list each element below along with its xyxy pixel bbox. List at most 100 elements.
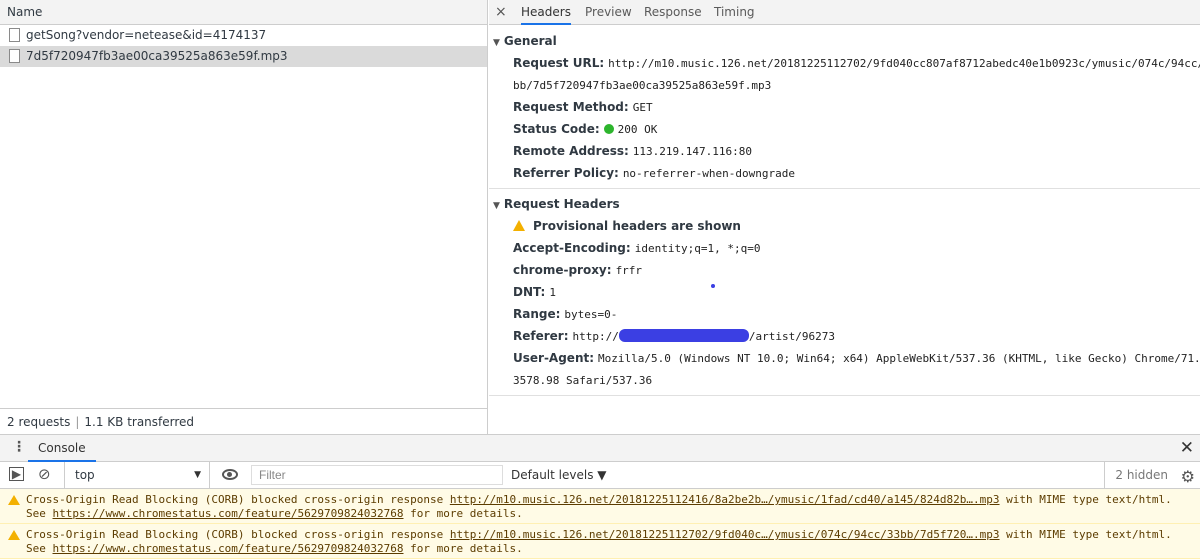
header-row: Accept-Encoding: identity;q=1, *;q=0	[489, 237, 1200, 259]
header-value: Mozilla/5.0 (Windows NT 10.0; Win64; x64…	[598, 352, 1200, 365]
header-name: Accept-Encoding:	[513, 241, 631, 255]
header-value: 113.219.147.116:80	[632, 145, 753, 158]
header-value: 200 OK	[617, 123, 658, 136]
header-value: bb/7d5f720947fb3ae00ca39525a863e59f.mp3	[513, 79, 772, 92]
context-value: top	[75, 468, 95, 482]
section-title: General	[503, 34, 557, 48]
console-warning-message: Cross-Origin Read Blocking (CORB) blocke…	[0, 489, 1200, 524]
request-detail-pane: × Headers Preview Response Timing ▼ Gener…	[489, 0, 1200, 434]
live-expression-eye-icon[interactable]	[222, 469, 238, 480]
message-text: with MIME type text/html.	[999, 493, 1172, 506]
header-name: Referrer Policy:	[513, 166, 619, 180]
request-headers-section: ▼ Request Headers Provisional headers are…	[489, 189, 1200, 396]
header-name: chrome-proxy:	[513, 263, 612, 277]
header-value: identity;q=1, *;q=0	[634, 242, 761, 255]
hidden-messages-count: 2 hidden	[1104, 462, 1168, 489]
message-text: Cross-Origin Read Blocking (CORB) blocke…	[26, 493, 450, 506]
header-value: no-referrer-when-downgrade	[622, 167, 795, 180]
message-text: See	[26, 542, 53, 555]
tab-response[interactable]: Response	[644, 0, 702, 25]
clear-console-icon[interactable]: ⊘	[38, 465, 51, 483]
warning-icon	[8, 495, 20, 505]
header-row: Range: bytes=0-	[489, 303, 1200, 325]
header-value: 3578.98 Safari/537.36	[513, 374, 653, 387]
header-name: Status Code:	[513, 122, 600, 136]
provisional-text: Provisional headers are shown	[533, 219, 741, 233]
collapse-triangle-icon: ▼	[493, 201, 500, 211]
chromestatus-link[interactable]: https://www.chromestatus.com/feature/562…	[53, 507, 404, 520]
message-text: See	[26, 507, 53, 520]
header-name: Remote Address:	[513, 144, 629, 158]
header-name: Referer:	[513, 329, 569, 343]
header-name: DNT:	[513, 285, 546, 299]
request-row[interactable]: 7d5f720947fb3ae00ca39525a863e59f.mp3	[0, 46, 487, 67]
network-request-list: Name getSong?vendor=netease&id=4174137 7…	[0, 0, 488, 434]
chevron-down-icon: ▼	[194, 470, 201, 480]
header-row: Request URL: http://m10.music.126.net/201…	[489, 52, 1200, 74]
tab-preview[interactable]: Preview	[585, 0, 632, 25]
header-value: http://	[572, 330, 619, 343]
detail-tabbar: × Headers Preview Response Timing	[489, 0, 1200, 25]
section-title: Request Headers	[503, 197, 620, 211]
console-filter-input[interactable]	[251, 465, 503, 485]
request-count: 2 requests	[7, 415, 71, 429]
request-headers-section-toggle[interactable]: ▼ Request Headers	[489, 193, 1200, 215]
transferred-size: 1.1 KB transferred	[84, 415, 195, 429]
context-selector[interactable]: top ▼	[64, 462, 210, 489]
blocked-url-link[interactable]: http://m10.music.126.net/20181225112702/…	[450, 528, 1000, 541]
close-icon[interactable]: ✕	[1180, 438, 1194, 458]
close-icon[interactable]: ×	[495, 4, 507, 20]
request-name: 7d5f720947fb3ae00ca39525a863e59f.mp3	[26, 49, 288, 63]
annotation-dot	[711, 284, 715, 288]
status-ok-icon	[603, 124, 614, 134]
header-row: Referrer Policy: no-referrer-when-downgra…	[489, 162, 1200, 184]
header-row: chrome-proxy: frfr	[489, 259, 1200, 281]
more-menu-icon[interactable]: ⋮	[12, 439, 26, 455]
message-line: Cross-Origin Read Blocking (CORB) blocke…	[26, 528, 1200, 542]
summary-separator: |	[75, 415, 80, 429]
general-section-toggle[interactable]: ▼ General	[489, 30, 1200, 52]
header-row-continued: bb/7d5f720947fb3ae00ca39525a863e59f.mp3	[489, 74, 1200, 96]
redaction-mark	[618, 329, 749, 342]
header-row: Remote Address: 113.219.147.116:80	[489, 140, 1200, 162]
header-row: Status Code: 200 OK	[489, 118, 1200, 140]
header-value: frfr	[615, 264, 643, 277]
blocked-url-link[interactable]: http://m10.music.126.net/20181225112416/…	[450, 493, 1000, 506]
warning-icon	[8, 530, 20, 540]
tab-headers[interactable]: Headers	[521, 0, 571, 25]
header-value: 1	[549, 286, 556, 299]
header-name: Request Method:	[513, 100, 629, 114]
header-value: bytes=0-	[564, 308, 618, 321]
header-row-continued: 3578.98 Safari/537.36	[489, 369, 1200, 391]
header-value: http://m10.music.126.net/20181225112702/…	[608, 57, 1200, 70]
name-column-header[interactable]: Name	[0, 0, 487, 25]
header-value: /artist/96273	[748, 330, 835, 343]
tab-timing[interactable]: Timing	[714, 0, 755, 25]
collapse-triangle-icon: ▼	[493, 38, 500, 48]
warning-icon	[513, 220, 525, 231]
message-line: See https://www.chromestatus.com/feature…	[26, 507, 1200, 521]
gear-icon[interactable]: ⚙	[1181, 467, 1195, 486]
header-name: User-Agent:	[513, 351, 595, 365]
sidebar-toggle-icon[interactable]: ▶	[9, 467, 24, 481]
message-text: for more details.	[403, 542, 523, 555]
general-section: ▼ General Request URL: http://m10.music.12…	[489, 25, 1200, 189]
tab-console[interactable]: Console	[28, 435, 96, 462]
message-text: for more details.	[403, 507, 523, 520]
provisional-warning: Provisional headers are shown	[489, 215, 1200, 237]
header-row: DNT: 1	[489, 281, 1200, 303]
request-row[interactable]: getSong?vendor=netease&id=4174137	[0, 25, 487, 46]
message-text: with MIME type text/html.	[999, 528, 1172, 541]
file-icon	[9, 28, 20, 42]
header-value: GET	[632, 101, 653, 114]
drawer-tabbar: ⋮ Console ✕	[0, 435, 1200, 462]
console-warning-message: Cross-Origin Read Blocking (CORB) blocke…	[0, 524, 1200, 559]
header-name: Range:	[513, 307, 561, 321]
chromestatus-link[interactable]: https://www.chromestatus.com/feature/562…	[53, 542, 404, 555]
header-row: User-Agent: Mozilla/5.0 (Windows NT 10.0;…	[489, 347, 1200, 369]
log-levels-dropdown[interactable]: Default levels ▼	[511, 462, 607, 489]
console-toolbar: ▶ ⊘ top ▼ Default levels ▼ 2 hidden ⚙	[0, 462, 1200, 489]
request-name: getSong?vendor=netease&id=4174137	[26, 28, 267, 42]
header-name: Request URL:	[513, 56, 605, 70]
network-summary-bar: 2 requests | 1.1 KB transferred	[0, 408, 487, 434]
